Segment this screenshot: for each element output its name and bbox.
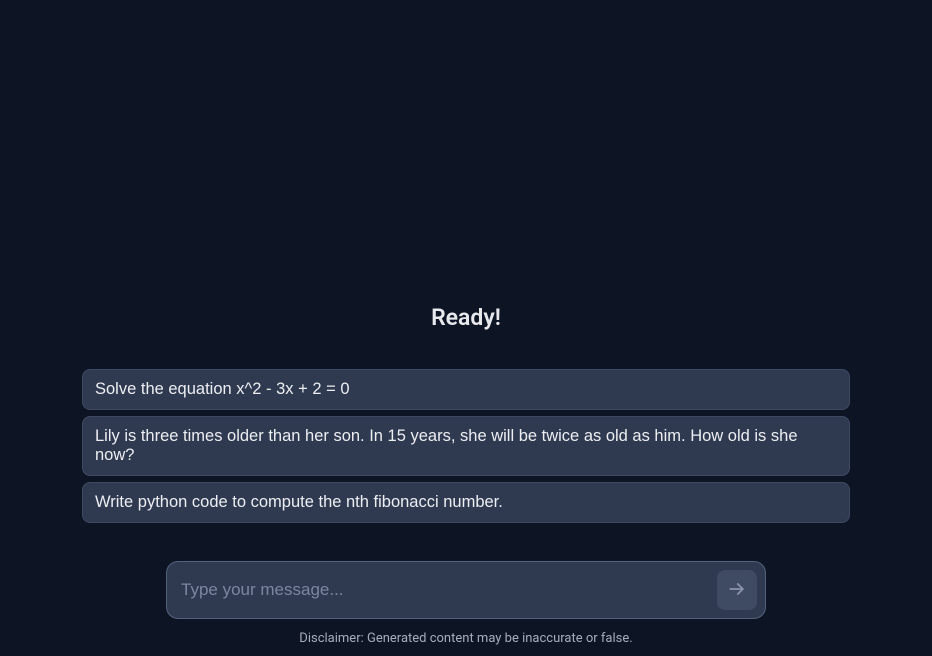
main-content: Ready! Solve the equation x^2 - 3x + 2 =… [0, 304, 932, 656]
arrow-right-icon [727, 579, 747, 602]
ready-heading: Ready! [431, 304, 501, 331]
suggestion-card[interactable]: Write python code to compute the nth fib… [82, 482, 850, 523]
message-input-container [166, 561, 766, 619]
send-button[interactable] [717, 570, 757, 610]
disclaimer-text: Disclaimer: Generated content may be ina… [299, 631, 632, 646]
suggestions-list: Solve the equation x^2 - 3x + 2 = 0 Lily… [82, 369, 850, 523]
message-input[interactable] [181, 570, 717, 610]
suggestion-card[interactable]: Solve the equation x^2 - 3x + 2 = 0 [82, 369, 850, 410]
suggestion-card[interactable]: Lily is three times older than her son. … [82, 416, 850, 476]
